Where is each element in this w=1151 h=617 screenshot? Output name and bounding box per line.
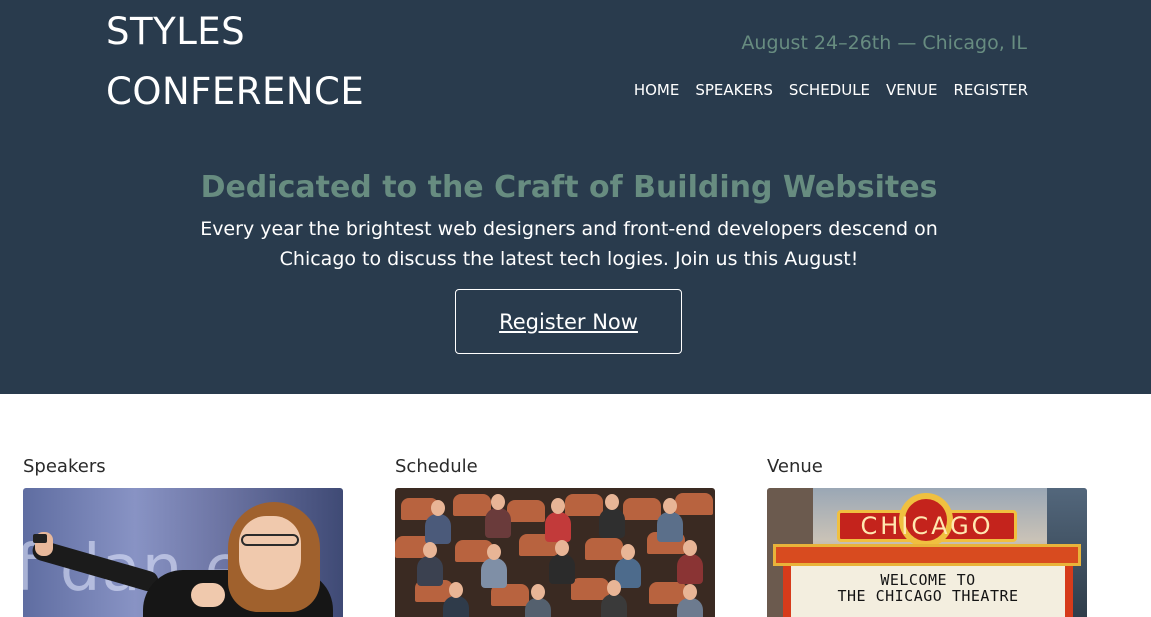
logo-line-1: STYLES xyxy=(106,10,246,53)
audience-member xyxy=(425,500,451,544)
presenter-remote xyxy=(33,534,47,543)
audience-member xyxy=(677,584,703,617)
seat xyxy=(507,500,545,522)
event-date-location: August 24–26th — Chicago, IL xyxy=(741,32,1027,54)
venue-image[interactable]: CHICAGO WELCOME TO THE CHICAGO THEATRE xyxy=(767,488,1087,617)
audience-member xyxy=(481,544,507,588)
speaker-glasses xyxy=(241,534,299,546)
audience-member xyxy=(677,540,703,584)
seat xyxy=(675,493,713,515)
schedule-card: Schedule xyxy=(395,454,715,617)
seat xyxy=(623,498,661,520)
speaker-face xyxy=(239,516,301,590)
venue-card: Venue CHICAGO WELCOME TO THE CHICAGO THE… xyxy=(767,454,1087,617)
nav-speakers[interactable]: SPEAKERS xyxy=(695,79,773,101)
nav-venue[interactable]: VENUE xyxy=(886,79,937,101)
seat xyxy=(565,494,603,516)
nav-home[interactable]: HOME xyxy=(634,79,680,101)
register-now-button[interactable]: Register Now xyxy=(455,289,682,354)
audience-member xyxy=(417,542,443,586)
speakers-card: Speakers f dan e xyxy=(23,454,343,617)
site-logo[interactable]: STYLES CONFERENCE xyxy=(106,2,364,122)
nav-schedule[interactable]: SCHEDULE xyxy=(789,79,870,101)
audience-member xyxy=(443,582,469,617)
speaker-hand-2 xyxy=(191,583,225,607)
hero-lead: Every year the brightest web designers a… xyxy=(200,218,938,270)
seat xyxy=(453,494,491,516)
marquee-line-2: THE CHICAGO THEATRE xyxy=(837,587,1019,605)
seat xyxy=(585,538,623,560)
seat xyxy=(571,578,609,600)
main-nav: HOME SPEAKERS SCHEDULE VENUE REGISTER xyxy=(618,79,1028,101)
audience-member xyxy=(599,494,625,538)
theatre-sign-text: CHICAGO xyxy=(860,512,994,540)
audience-member xyxy=(545,498,571,542)
venue-heading[interactable]: Venue xyxy=(767,454,1087,480)
speakers-image[interactable]: f dan e xyxy=(23,488,343,617)
schedule-heading[interactable]: Schedule xyxy=(395,454,715,480)
marquee-canopy xyxy=(773,544,1081,566)
audience-member xyxy=(525,584,551,617)
logo-line-2: CONFERENCE xyxy=(106,70,365,113)
speakers-heading[interactable]: Speakers xyxy=(23,454,343,480)
audience-member xyxy=(549,540,575,584)
schedule-image[interactable] xyxy=(395,488,715,617)
audience-member xyxy=(657,498,683,542)
audience-member xyxy=(601,580,627,617)
nav-register[interactable]: REGISTER xyxy=(953,79,1028,101)
hero-title: Dedicated to the Craft of Building Websi… xyxy=(200,170,938,205)
audience-member xyxy=(485,494,511,538)
site-header: STYLES CONFERENCE August 24–26th — Chica… xyxy=(0,0,1151,394)
